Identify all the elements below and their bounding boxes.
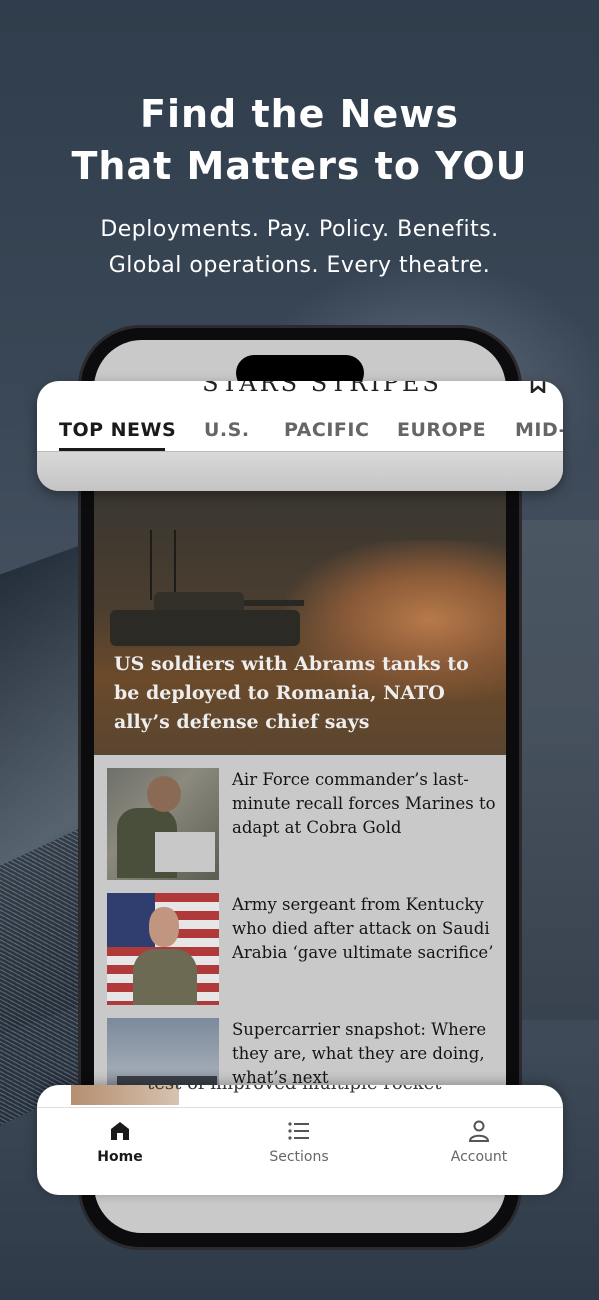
nav-home[interactable]: Home — [60, 1119, 180, 1165]
nav-sections-label: Sections — [269, 1149, 329, 1165]
thumbnail-head — [149, 907, 179, 947]
promo-subline-line1: Deployments. Pay. Policy. Benefits. — [100, 217, 499, 242]
promo-headline-line1: Find the News — [140, 92, 459, 136]
home-icon — [111, 1122, 129, 1140]
thumbnail-laptop — [155, 832, 215, 872]
promo-headline: Find the News That Matters to YOU — [0, 88, 599, 192]
masthead-logo[interactable]: STARS STRIPES — [187, 381, 457, 397]
header-separator — [37, 451, 563, 491]
thumbnail-head — [147, 776, 181, 812]
promo-headline-line2: That Matters to YOU — [71, 144, 528, 188]
peek-article-title[interactable]: test of improved multiple rocket — [147, 1085, 442, 1094]
nav-account[interactable]: Account — [419, 1119, 539, 1165]
tab-europe[interactable]: EUROPE — [397, 419, 486, 441]
nav-home-label: Home — [97, 1149, 143, 1165]
nav-sections[interactable]: Sections — [239, 1119, 359, 1165]
article-title[interactable]: Army sergeant from Kentucky who died aft… — [232, 893, 496, 965]
section-tabs: TOP NEWS U.S. PACIFIC EUROPE MID- — [59, 419, 563, 455]
app-header-card: STARS STRIPES TOP NEWS U.S. PACIFIC EURO… — [37, 381, 563, 491]
tank-body — [110, 610, 300, 646]
nav-account-label: Account — [450, 1149, 508, 1165]
promo-subline: Deployments. Pay. Policy. Benefits. Glob… — [0, 212, 599, 284]
hero-article[interactable]: US soldiers with Abrams tanks to be depl… — [94, 490, 506, 755]
article-title[interactable]: Supercarrier snapshot: Where they are, w… — [232, 1018, 496, 1090]
tank-antenna — [150, 530, 152, 600]
tab-top-news[interactable]: TOP NEWS — [59, 419, 176, 441]
nav-divider — [37, 1107, 563, 1108]
thumbnail-figure — [133, 949, 197, 1005]
list-item[interactable]: Air Force commander’s last-minute recall… — [94, 757, 506, 882]
tank-antenna — [174, 530, 176, 600]
list-icon — [288, 1122, 309, 1140]
tab-us[interactable]: U.S. — [204, 419, 250, 441]
article-thumbnail — [107, 893, 219, 1005]
tank-gun — [244, 600, 304, 606]
hero-article-title[interactable]: US soldiers with Abrams tanks to be depl… — [114, 650, 494, 737]
bookmark-icon[interactable] — [529, 381, 547, 393]
user-icon — [468, 1120, 490, 1142]
thumbnail-flag-canton — [107, 893, 155, 947]
promo-subline-line2: Global operations. Every theatre. — [108, 253, 491, 278]
tab-mid-east[interactable]: MID- — [515, 419, 563, 441]
tab-pacific[interactable]: PACIFIC — [284, 419, 369, 441]
bottom-nav-card: test of improved multiple rocket Home Se… — [37, 1085, 563, 1195]
article-thumbnail — [107, 768, 219, 880]
list-item[interactable]: Army sergeant from Kentucky who died aft… — [94, 882, 506, 1007]
article-title[interactable]: Air Force commander’s last-minute recall… — [232, 768, 496, 840]
